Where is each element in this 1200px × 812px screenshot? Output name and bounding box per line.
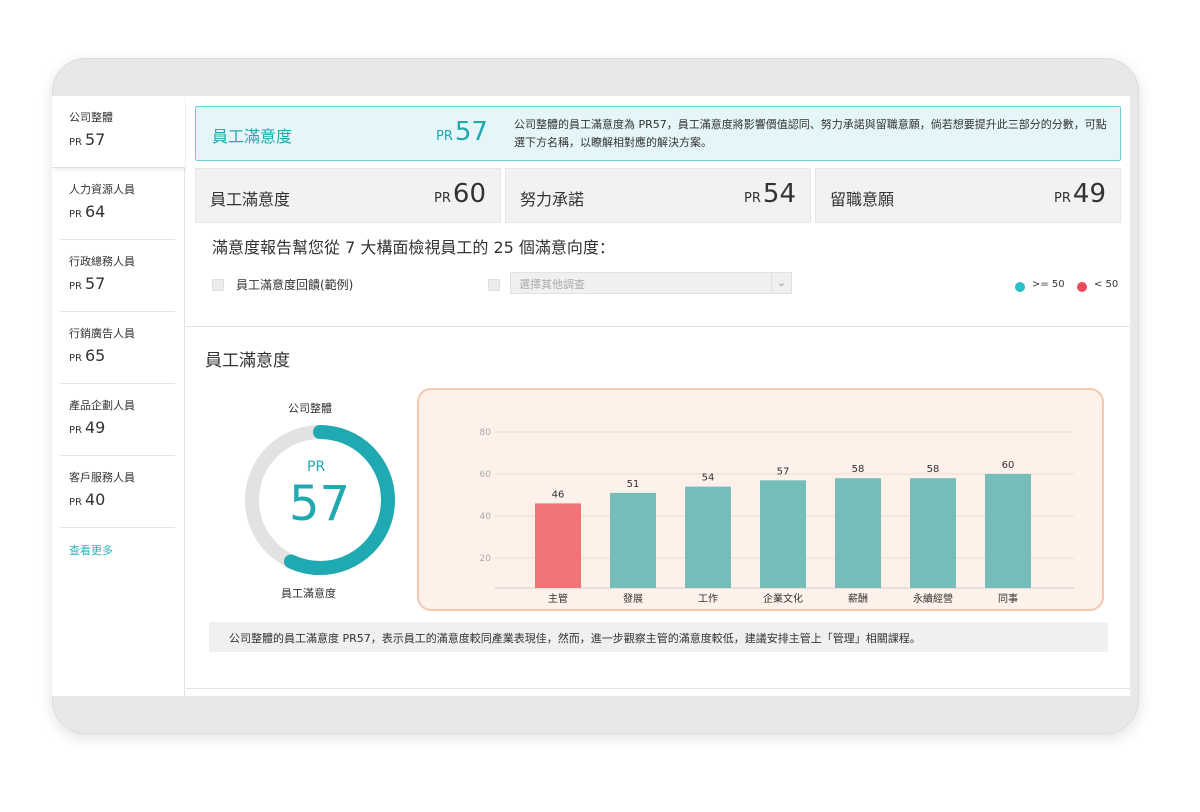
sidebar-item-hr[interactable]: 人力資源人員 PR 64 — [60, 168, 175, 240]
bar-value-label: 54 — [702, 473, 715, 484]
legend-bad-dot — [1077, 282, 1087, 292]
donut-top-label: 公司整體 — [288, 402, 332, 415]
sidebar-item-label: 客戶服務人員 — [69, 471, 135, 484]
bar-企業文化 — [760, 480, 806, 588]
donut-bottom-label: 員工滿意度 — [281, 587, 336, 600]
bar-工作 — [685, 486, 731, 588]
bar-薪酬 — [835, 478, 881, 588]
metric-score: PR60 — [434, 179, 486, 209]
metric-score: PR54 — [744, 179, 796, 209]
sidebar-item-score: PR 57 — [69, 274, 106, 293]
banner-score: PR57 — [436, 117, 488, 147]
metric-card-retention[interactable]: 留職意願 PR49 — [815, 168, 1121, 223]
donut-value: 57 — [289, 476, 351, 532]
summary-text: 公司整體的員工滿意度 PR57，表示員工的滿意度較同產業表現佳，然而，進一步觀察… — [209, 622, 1108, 652]
metric-title: 留職意願 — [830, 190, 895, 209]
bar-發展 — [610, 492, 656, 588]
x-tick-label: 企業文化 — [763, 592, 803, 605]
app-screen: 公司整體 PR 57 人力資源人員 PR 64 行政總務人員 PR 57 行銷廣告人員… — [52, 96, 1132, 696]
bottom-divider — [186, 688, 1130, 689]
legend-bad-label: < 50 — [1094, 279, 1119, 290]
x-tick-label: 主管 — [548, 592, 568, 605]
survey-checkbox-label: 員工滿意度回饋(範例) — [236, 278, 354, 292]
x-tick-label: 工作 — [698, 593, 718, 605]
chevron-down-icon: ⌄ — [771, 273, 791, 293]
survey-checkbox[interactable] — [212, 279, 224, 291]
metric-title: 努力承諾 — [520, 190, 585, 209]
bar-value-label: 57 — [777, 466, 790, 477]
bar-value-label: 46 — [552, 489, 565, 500]
y-tick-label: 80 — [480, 428, 492, 438]
y-tick-label: 40 — [480, 512, 492, 522]
y-tick-label: 60 — [480, 470, 492, 480]
y-tick-label: 20 — [480, 554, 492, 564]
bar-同事 — [985, 474, 1031, 588]
metric-card-satisfaction[interactable]: 員工滿意度 PR60 — [195, 168, 501, 223]
sidebar-item-score: PR 65 — [69, 346, 106, 365]
overall-satisfaction-banner: 員工滿意度 PR57 公司整體的員工滿意度為 PR57，員工滿意度將影響價值認同… — [195, 106, 1121, 161]
sidebar-item-marketing[interactable]: 行銷廣告人員 PR 65 — [60, 312, 175, 384]
banner-description: 公司整體的員工滿意度為 PR57，員工滿意度將影響價值認同、努力承諾與留職意願，… — [514, 118, 1107, 149]
bar-chart: 20 40 60 80 46 主管 51 發展 54 工作 57 企業文化 58 薪酬 58 永續經營 60 同事 — [480, 428, 1074, 605]
sidebar-item-customer-service[interactable]: 客戶服務人員 PR 40 — [60, 456, 175, 528]
metric-title: 員工滿意度 — [210, 190, 291, 209]
sidebar-item-label: 行政總務人員 — [69, 255, 135, 268]
x-tick-label: 薪酬 — [848, 593, 868, 605]
see-more-link[interactable]: 查看更多 — [69, 542, 113, 558]
select-placeholder: 選擇其他調查 — [519, 278, 585, 291]
other-survey-select[interactable]: 選擇其他調查 ⌄ — [510, 272, 792, 294]
sidebar-item-company[interactable]: 公司整體 PR 57 — [52, 96, 185, 168]
sidebar-item-score: PR 64 — [69, 202, 106, 221]
sidebar-item-label: 行銷廣告人員 — [69, 327, 135, 340]
bar-永續經營 — [910, 478, 956, 588]
section-title: 員工滿意度 — [205, 351, 290, 371]
sidebar-item-score: PR 49 — [69, 418, 106, 437]
chart-panel: 20 40 60 80 46 主管 51 發展 54 工作 57 企業文化 58 薪酬 58 永續經營 60 同事 — [417, 388, 1104, 611]
intro-text: 滿意度報告幫您從 7 大構面檢視員工的 25 個滿意向度： — [212, 238, 615, 257]
sidebar-item-score: PR 40 — [69, 490, 106, 509]
sidebar-item-product[interactable]: 產品企劃人員 PR 49 — [60, 384, 175, 456]
sidebar-item-label: 人力資源人員 — [69, 183, 135, 196]
metric-score: PR49 — [1054, 179, 1106, 209]
bar-value-label: 58 — [927, 464, 940, 475]
donut-gauge: 公司整體 PR 57 員工滿意度 — [241, 396, 401, 600]
main-content: 員工滿意度 PR57 公司整體的員工滿意度為 PR57，員工滿意度將影響價值認同… — [186, 96, 1132, 696]
metric-card-commitment[interactable]: 努力承諾 PR54 — [505, 168, 811, 223]
x-tick-label: 發展 — [623, 592, 643, 605]
banner-title: 員工滿意度 — [212, 127, 293, 146]
sidebar-item-label: 產品企劃人員 — [69, 399, 135, 412]
bar-value-label: 51 — [627, 479, 640, 490]
bar-value-label: 58 — [852, 464, 865, 475]
legend-good-label: >= 50 — [1032, 279, 1065, 290]
x-tick-label: 同事 — [998, 592, 1018, 605]
sidebar-item-label: 公司整體 — [69, 111, 113, 124]
donut-pr-label: PR — [307, 459, 326, 475]
filter-row: 員工滿意度回饋(範例) 選擇其他調查 ⌄ >= 50 < 50 — [212, 272, 1122, 298]
bar-value-label: 60 — [1002, 460, 1015, 471]
other-survey-checkbox[interactable] — [488, 279, 500, 291]
legend-good-dot — [1015, 282, 1025, 292]
x-tick-label: 永續經營 — [913, 592, 953, 605]
sidebar-item-score: PR 57 — [69, 130, 106, 149]
sidebar-item-admin[interactable]: 行政總務人員 PR 57 — [60, 240, 175, 312]
section-divider — [186, 326, 1130, 327]
right-border — [1130, 96, 1132, 696]
bar-主管 — [535, 503, 581, 588]
sidebar: 公司整體 PR 57 人力資源人員 PR 64 行政總務人員 PR 57 行銷廣告人員… — [52, 96, 185, 696]
